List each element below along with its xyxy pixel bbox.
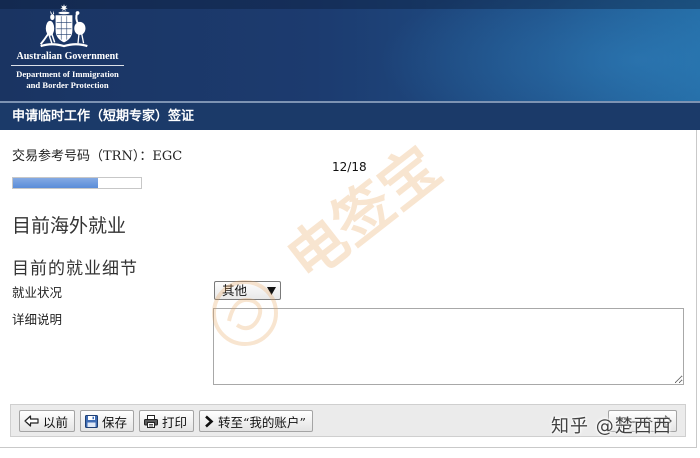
next-button[interactable]: 下一个	[608, 410, 677, 432]
chevron-right-icon	[205, 415, 214, 427]
my-account-button-label: 转至“我的账户”	[218, 414, 306, 430]
employment-status-value: 其他	[222, 283, 248, 298]
form-title-bar: 申请临时工作（短期专家）签证	[0, 103, 700, 130]
employment-status-select[interactable]: 其他	[214, 281, 281, 300]
government-name: Australian Government	[16, 51, 119, 62]
toolbar-left-group: 以前 保存 打印 转至“我的账户”	[19, 410, 313, 432]
form-title: 申请临时工作（短期专家）签证	[12, 109, 195, 124]
transaction-reference: 交易参考号码（TRN）：EGC	[12, 149, 183, 164]
form-toolbar: 以前 保存 打印 转至“我的账户” 下一个	[10, 404, 686, 437]
save-button-label: 保存	[102, 414, 128, 430]
details-label: 详细说明	[12, 312, 63, 327]
department-name-line2: and Border Protection	[26, 79, 109, 90]
my-account-button[interactable]: 转至“我的账户”	[199, 410, 313, 432]
agency-logo-text: Australian Government Department of Immi…	[8, 50, 127, 90]
header-top-strip	[0, 0, 700, 9]
previous-button[interactable]: 以前	[19, 410, 76, 432]
details-textarea[interactable]	[213, 308, 684, 385]
employment-status-label: 就业状况	[12, 285, 63, 300]
dropdown-arrow-icon	[267, 287, 276, 295]
progress-bar	[12, 177, 142, 189]
printer-icon	[144, 414, 159, 428]
section-title: 目前海外就业	[12, 215, 127, 237]
coat-of-arms-icon	[39, 4, 88, 48]
print-button-label: 打印	[162, 414, 188, 430]
arrow-left-icon	[24, 415, 39, 427]
subsection-title: 目前的就业细节	[12, 259, 138, 279]
next-button-label: 下一个	[615, 414, 653, 430]
previous-button-label: 以前	[43, 414, 69, 430]
logo-divider	[11, 65, 124, 66]
department-name-line1: Department of Immigration	[16, 69, 119, 79]
save-button[interactable]: 保存	[80, 410, 135, 432]
floppy-disk-icon	[85, 414, 99, 428]
print-button[interactable]: 打印	[139, 410, 195, 432]
page-counter: 12/18	[332, 160, 367, 174]
arrow-right-icon	[657, 415, 672, 427]
progress-fill	[13, 178, 99, 188]
